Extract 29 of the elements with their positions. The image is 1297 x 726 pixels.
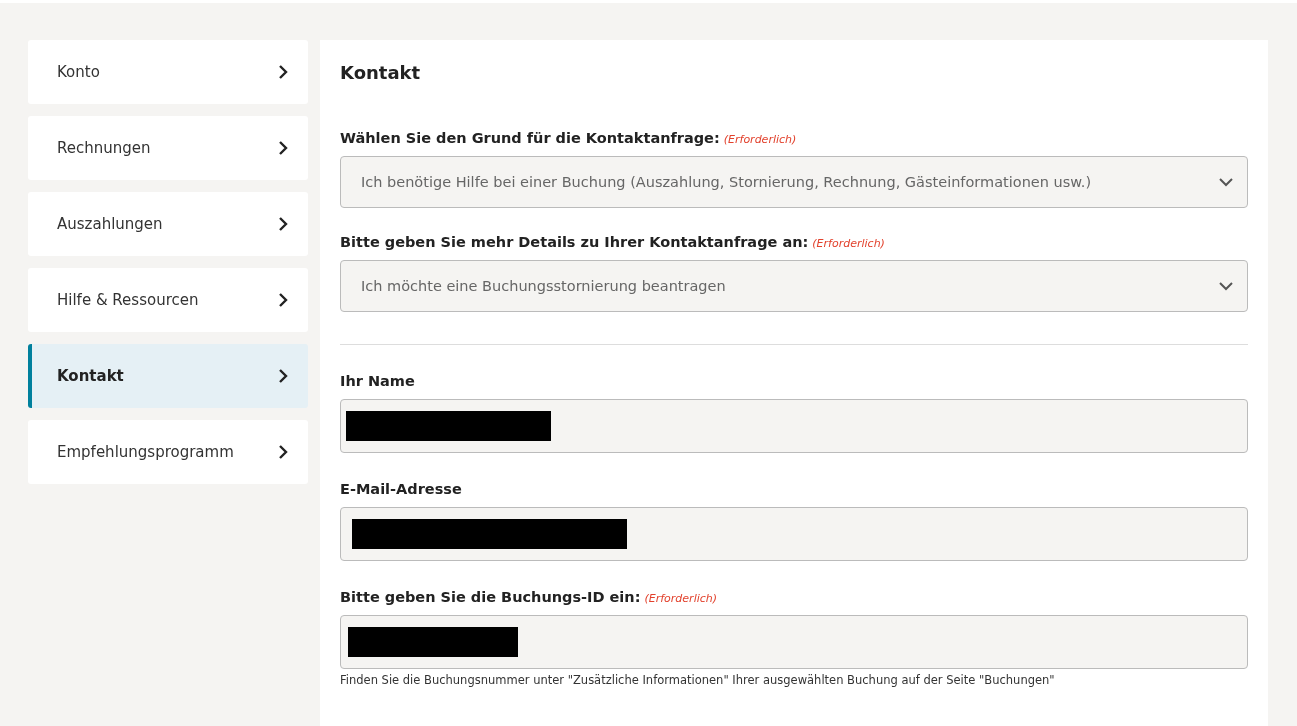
chevron-right-icon: [278, 140, 288, 156]
chevron-right-icon: [278, 216, 288, 232]
sidebar-item[interactable]: Auszahlungen: [28, 192, 308, 256]
input-field[interactable]: [340, 507, 1248, 561]
required-note: (Erforderlich): [723, 133, 797, 146]
panel-title: Kontakt: [340, 62, 422, 83]
field-label: Bitte geben Sie die Buchungs-ID ein:: [340, 589, 641, 605]
input-field[interactable]: [340, 615, 1248, 669]
input-field[interactable]: [340, 399, 1248, 453]
required-note: (Erforderlich): [812, 237, 885, 250]
required-note: (Erforderlich): [644, 592, 718, 605]
chevron-right-icon: [278, 444, 288, 460]
sidebar-item[interactable]: Empfehlungsprogramm: [28, 420, 308, 484]
field-label: Bitte geben Sie mehr Details zu Ihrer Kontaktanfrage an:: [340, 234, 809, 250]
chevron-down-icon: [1219, 281, 1233, 291]
field-label: Wählen Sie den Grund für die Kontaktanfrage:: [340, 130, 720, 146]
field-label: Ihr Name: [340, 373, 415, 389]
sidebar-item[interactable]: Hilfe & Ressourcen: [28, 268, 308, 332]
sidebar-item[interactable]: Kontakt: [28, 344, 308, 408]
chevron-right-icon: [278, 292, 288, 308]
chevron-down-icon: [1219, 177, 1233, 187]
chevron-right-icon: [278, 368, 288, 384]
hint-text: Finden Sie die Buchungsnummer unter "Zusätzliche Informationen" Ihrer ausgewählten Buchung auf der Seite "Buchungen": [340, 673, 1056, 687]
dropdown-field[interactable]: Ich möchte eine Buchungsstornierung beantragen: [340, 260, 1248, 312]
dropdown-field[interactable]: Ich benötige Hilfe bei einer Buchung (Auszahlung, Stornierung, Rechnung, Gästeinformationen usw.): [340, 156, 1248, 208]
chevron-right-icon: [278, 64, 288, 80]
field-label: E-Mail-Adresse: [340, 481, 462, 497]
sidebar-item[interactable]: Rechnungen: [28, 116, 308, 180]
sidebar-item[interactable]: Konto: [28, 40, 308, 104]
